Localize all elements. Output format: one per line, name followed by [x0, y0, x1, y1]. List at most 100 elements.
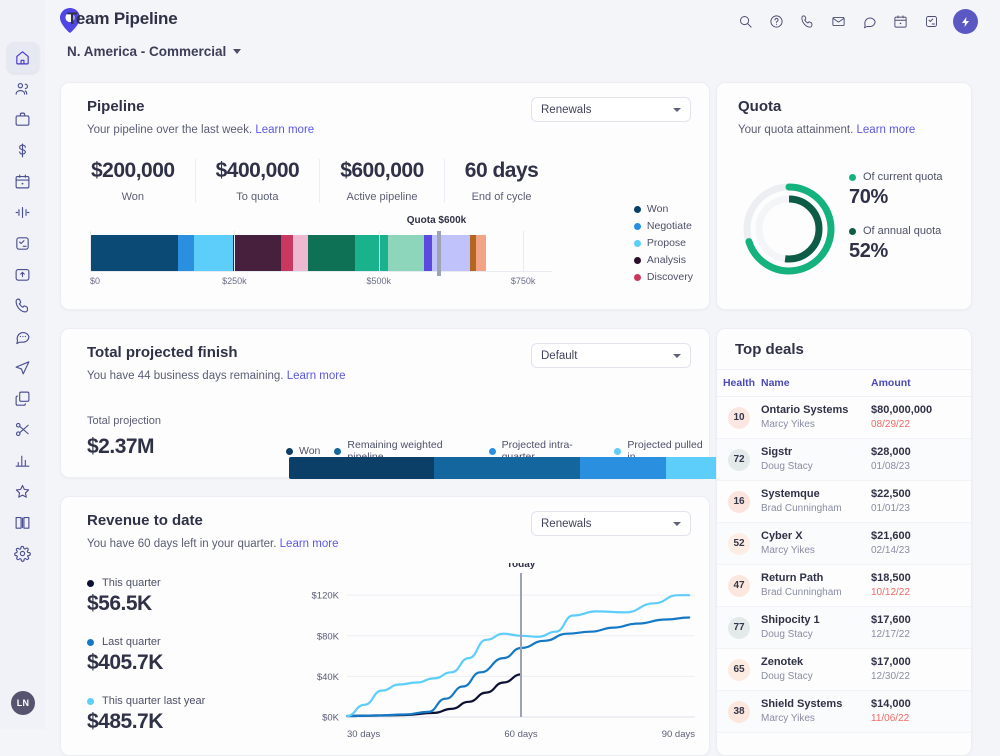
table-row[interactable]: 10Ontario SystemsMarcy Yikes$80,000,0000… — [717, 397, 971, 439]
quota-subtitle: Your quota attainment. — [738, 124, 853, 136]
projected-stacked-bar[interactable] — [289, 457, 743, 479]
table-row[interactable]: 16SystemqueBrad Cunningham$22,50001/01/2… — [717, 481, 971, 523]
revenue-filter-dropdown[interactable]: Renewals — [531, 511, 691, 536]
tasks-icon[interactable] — [920, 11, 942, 33]
pipeline-segment-3[interactable] — [233, 235, 282, 271]
column-header-amount[interactable]: Amount — [871, 377, 971, 389]
table-row[interactable]: 52Cyber XMarcy Yikes$21,60002/14/23 — [717, 523, 971, 565]
pipeline-subtitle: Your pipeline over the last week. — [87, 124, 252, 136]
pipeline-filter-dropdown[interactable]: Renewals — [531, 97, 691, 122]
pipeline-segment-0[interactable] — [90, 235, 178, 271]
phone-icon[interactable] — [796, 11, 818, 33]
pipeline-stacked-bar[interactable] — [90, 235, 552, 271]
sidebar-item-waveform[interactable] — [7, 197, 39, 228]
chevron-down-icon — [233, 49, 241, 54]
bolt-icon[interactable] — [953, 9, 978, 34]
region-selector[interactable]: N. America - Commercial — [67, 44, 241, 59]
revenue-legend: This quarter$56.5KLast quarter$405.7KThi… — [87, 577, 205, 754]
projected-segment-0[interactable] — [289, 457, 434, 479]
quota-learn-more-link[interactable]: Learn more — [857, 124, 916, 136]
pipeline-segment-9[interactable] — [424, 235, 432, 271]
status-badge: 10 — [728, 407, 750, 429]
deal-amount: $80,000,000 — [871, 403, 971, 418]
table-row[interactable]: 65ZenotekDoug Stacy$17,00012/30/22 — [717, 649, 971, 691]
help-circle-icon[interactable] — [765, 11, 787, 33]
deal-name-cell: SigstrDoug Stacy — [761, 445, 871, 473]
calendar-icon[interactable] — [889, 11, 911, 33]
legend-dot — [334, 448, 341, 455]
sidebar-item-calendar[interactable] — [7, 166, 39, 197]
pipeline-tick-line — [90, 231, 91, 272]
deal-health-cell: 10 — [717, 407, 761, 429]
sidebar-item-send[interactable] — [7, 352, 39, 383]
pipeline-segment-1[interactable] — [178, 235, 194, 271]
pipeline-segment-2[interactable] — [194, 235, 233, 271]
legend-dot — [489, 448, 496, 455]
deal-date: 01/08/23 — [871, 460, 971, 474]
revenue-learn-more-link[interactable]: Learn more — [280, 538, 339, 550]
revenue-y-tick: $0K — [322, 713, 340, 724]
pipeline-learn-more-link[interactable]: Learn more — [255, 124, 314, 136]
sidebar-item-library[interactable] — [7, 507, 39, 538]
search-icon[interactable] — [734, 11, 756, 33]
revenue-legend-item-1: Last quarter$405.7K — [87, 636, 205, 675]
column-header-name[interactable]: Name — [761, 377, 871, 389]
table-row[interactable]: 72SigstrDoug Stacy$28,00001/08/23 — [717, 439, 971, 481]
sidebar-item-tasks[interactable] — [7, 228, 39, 259]
sidebar-item-settings[interactable] — [7, 538, 39, 569]
quota-stat-value: 70% — [849, 186, 943, 209]
quota-marker[interactable] — [437, 231, 441, 276]
sidebar-item-snippets[interactable] — [7, 414, 39, 445]
projected-learn-more-link[interactable]: Learn more — [287, 370, 346, 382]
projected-filter-value: Default — [541, 350, 577, 362]
revenue-legend-item-2: This quarter last year$485.7K — [87, 695, 205, 734]
sidebar-item-reports[interactable] — [7, 445, 39, 476]
table-row[interactable]: 77Shipocity 1Doug Stacy$17,60012/17/22 — [717, 607, 971, 649]
avatar[interactable]: LN — [11, 691, 35, 715]
revenue-series-2 — [347, 595, 689, 716]
table-row[interactable]: 38Shield SystemsMarcy Yikes$14,00011/06/… — [717, 691, 971, 733]
quota-stat-label: Of annual quota — [863, 225, 941, 237]
sidebar-item-favorites[interactable] — [7, 476, 39, 507]
sidebar-item-revenue[interactable] — [7, 135, 39, 166]
sidebar-item-deals[interactable] — [7, 104, 39, 135]
deal-amount-cell: $28,00001/08/23 — [871, 445, 971, 473]
chat-icon[interactable] — [858, 11, 880, 33]
sidebar-item-people[interactable] — [7, 73, 39, 104]
quota-stat-1: Of annual quota 52% — [849, 225, 943, 263]
deal-date: 02/14/23 — [871, 544, 971, 558]
revenue-legend-value: $56.5K — [87, 592, 205, 616]
deal-owner: Doug Stacy — [761, 670, 871, 684]
pipeline-segment-5[interactable] — [293, 235, 308, 271]
sidebar-item-chat[interactable] — [7, 321, 39, 352]
revenue-legend-label: Last quarter — [102, 636, 161, 648]
sidebar-item-calls[interactable] — [7, 290, 39, 321]
sidebar-item-copy[interactable] — [7, 383, 39, 414]
revenue-y-tick: $40K — [317, 672, 340, 683]
pipeline-tick-label: $0 — [90, 276, 100, 286]
region-label: N. America - Commercial — [67, 44, 226, 59]
deal-amount-cell: $21,60002/14/23 — [871, 529, 971, 557]
sidebar-item-inbox-upload[interactable] — [7, 259, 39, 290]
projected-segment-2[interactable] — [580, 457, 666, 479]
pipeline-segment-8[interactable] — [388, 235, 424, 271]
revenue-y-tick: $80K — [317, 631, 340, 642]
pipeline-segment-6[interactable] — [308, 235, 355, 271]
pipeline-segment-7[interactable] — [355, 235, 388, 271]
column-header-health[interactable]: Health — [717, 377, 761, 389]
projected-segment-1[interactable] — [434, 457, 579, 479]
pipeline-legend-item-2: Propose — [634, 237, 693, 249]
table-row[interactable]: 47Return PathBrad Cunningham$18,50010/12… — [717, 565, 971, 607]
legend-dot — [634, 240, 641, 247]
deal-amount: $18,500 — [871, 571, 971, 586]
sidebar-item-home[interactable] — [7, 42, 39, 73]
deal-name: Return Path — [761, 571, 871, 586]
pipeline-segment-4[interactable] — [281, 235, 293, 271]
revenue-legend-value: $485.7K — [87, 710, 205, 734]
projected-filter-dropdown[interactable]: Default — [531, 343, 691, 368]
revenue-title: Revenue to date — [87, 512, 338, 529]
mail-icon[interactable] — [827, 11, 849, 33]
revenue-x-tick: 30 days — [347, 729, 381, 740]
quota-stat-value: 52% — [849, 240, 943, 263]
pipeline-segment-12[interactable] — [476, 235, 486, 271]
